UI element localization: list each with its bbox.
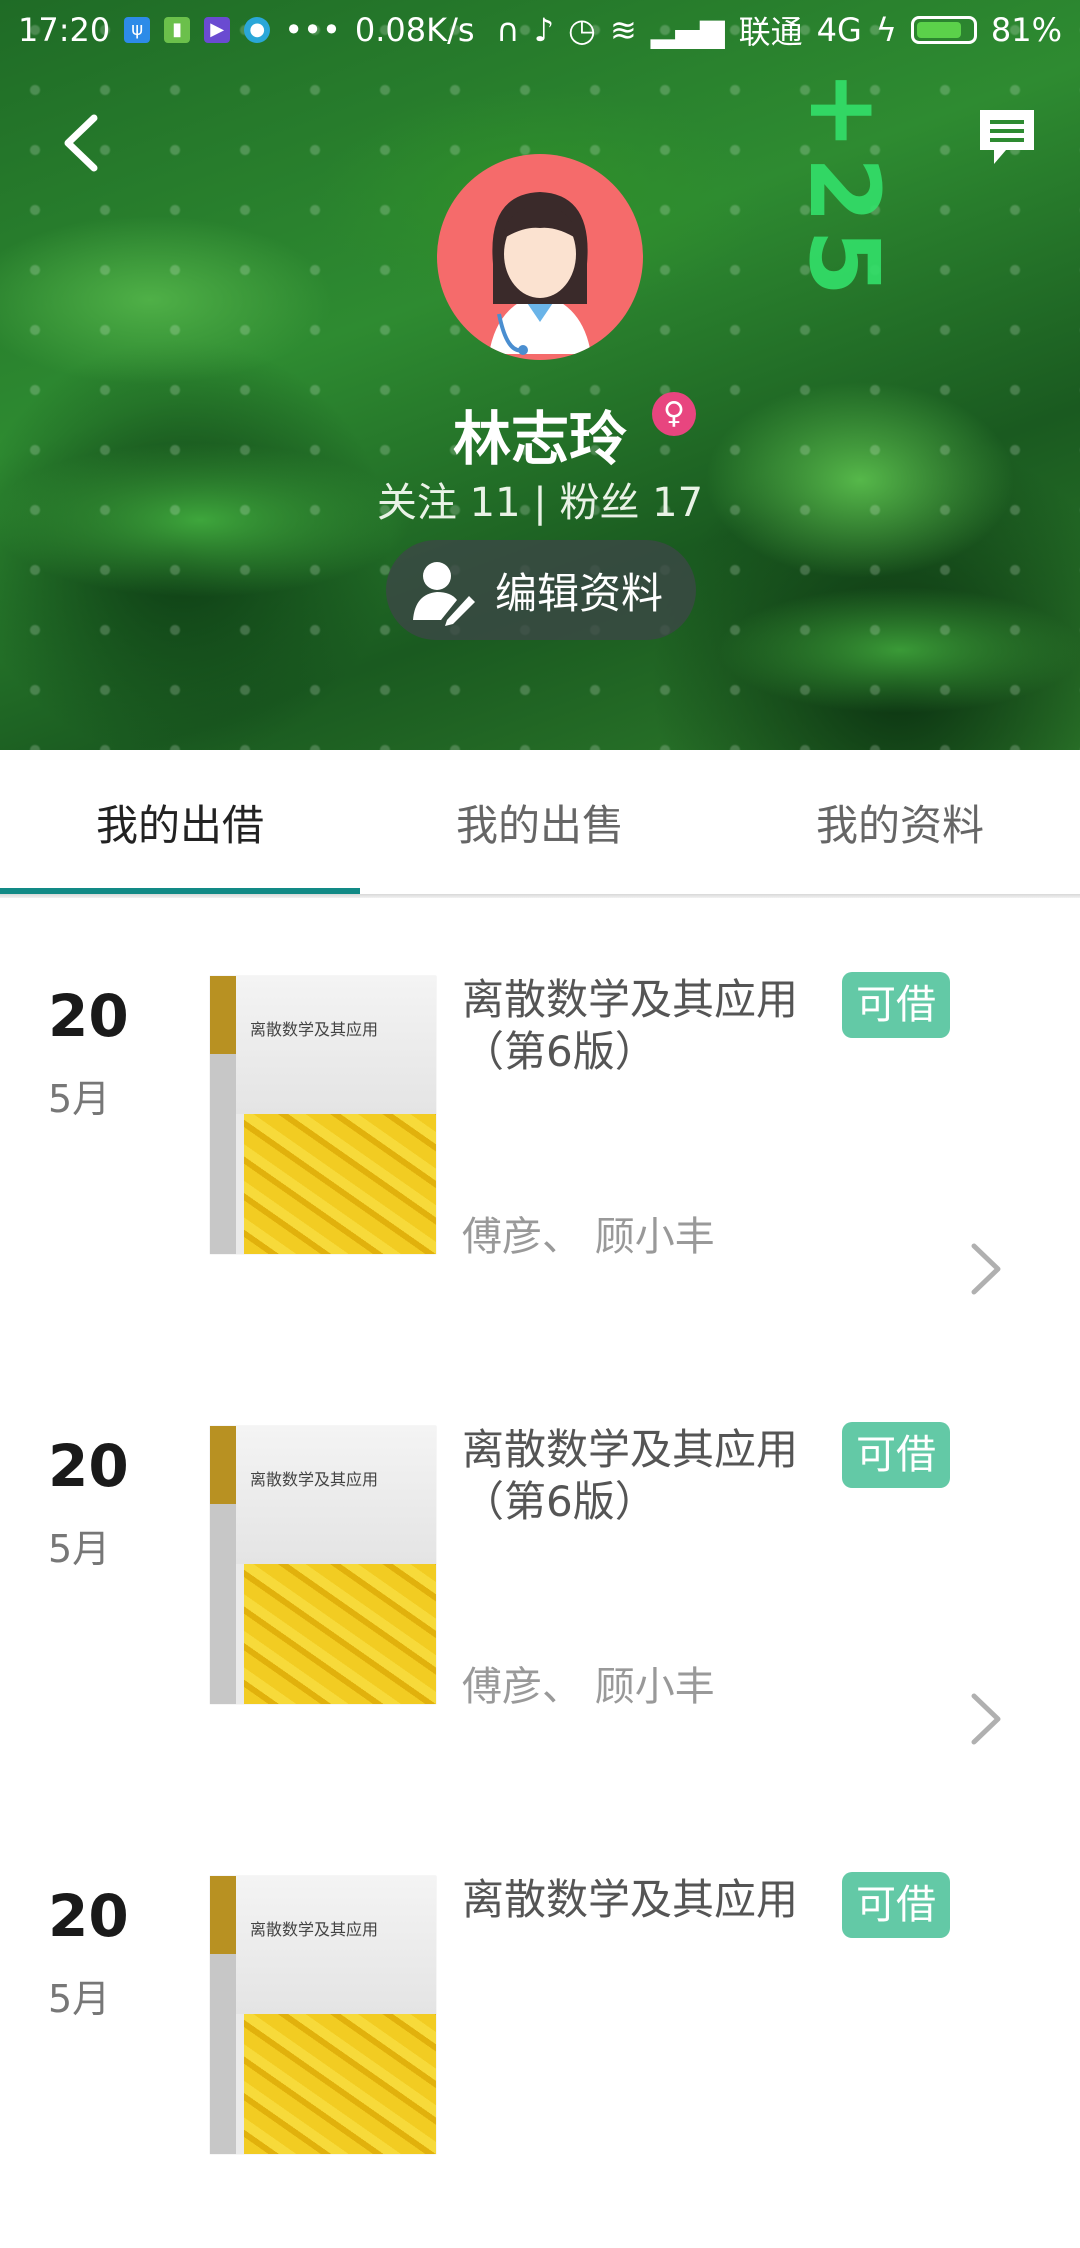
book-title: 离散数学及其应用（第6版） [462,975,799,1076]
cover-top [236,1876,436,2014]
alarm-icon: ◷ [568,11,596,49]
headphone-icon: ∩ [496,11,520,49]
username: 林志玲 [452,405,627,473]
network-speed: 0.08K/s [354,11,475,49]
avatar-illustration [489,192,591,355]
cover-title: 离散数学及其应用 [250,1020,379,1039]
book-list: 20 5月 离散数学及其应用 离散数学及其应用（第6版） 可借 傅彦、 顾小丰 … [0,898,1080,2248]
signal-icon: ▂▄▆ [650,11,725,49]
tab-label: 我的出借 [95,800,264,850]
wifi-icon: ≋ [609,11,637,49]
chevron-right-icon [966,1684,1006,1765]
chevron-right-icon-svg [971,1693,1001,1745]
book-cover: 离散数学及其应用 [210,1426,436,1704]
book-author: 傅彦、 顾小丰 [462,1664,715,1710]
tab-label: 我的资料 [815,800,984,850]
tab-bar: 我的出借 我的出售 我的资料 [0,750,1080,894]
book-title: 离散数学及其应用（第6版） [462,1425,799,1526]
cover-art [244,1564,436,1704]
cover-top [236,1426,436,1564]
network-type: 4G [816,11,862,49]
more-notifications-icon: ••• [284,11,341,49]
edit-profile-label: 编辑资料 [494,568,663,618]
cover-spine-lower [210,1954,236,2154]
book-cover: 离散数学及其应用 [210,1876,436,2154]
status-badge: 可借 [842,1422,950,1488]
usb-icon: ψ [124,17,151,43]
cover-title: 离散数学及其应用 [250,1470,379,1489]
cover-top [236,976,436,1114]
tab-my-selling[interactable]: 我的出售 [360,750,720,894]
chevron-left-icon [64,114,98,172]
book-author: 傅彦、 顾小丰 [462,1214,715,1260]
status-time: 17:20 [18,11,111,49]
watermark-decoration: +25 [788,70,900,303]
date-day: 20 [48,1882,129,1950]
back-button[interactable] [52,108,112,178]
tab-my-profile[interactable]: 我的资料 [720,750,1080,894]
book-title: 离散数学及其应用 [462,1875,799,1924]
chat-bubble-icon [980,110,1034,164]
date-month: 5月 [48,1527,111,1571]
charging-icon: ϟ [875,11,897,49]
cover-spine [210,1426,236,1504]
cover-art [244,2014,436,2154]
carrier-name: 联通 [738,13,803,51]
tab-label: 我的出售 [455,800,624,850]
avatar[interactable] [437,154,643,360]
message-button[interactable] [976,106,1038,168]
female-icon: ♀ [652,392,696,436]
cover-spine [210,976,236,1054]
battery-saver-icon: ▮ [164,17,191,43]
book-cover: 离散数学及其应用 [210,976,436,1254]
battery-level [916,22,961,38]
status-badge: 可借 [842,1872,950,1938]
battery-percent: 81% [990,11,1062,49]
list-item[interactable]: 20 5月 离散数学及其应用 离散数学及其应用（第6版） 可借 傅彦、 顾小丰 [0,1348,1080,1798]
cover-spine-lower [210,1054,236,1254]
status-badge: 可借 [842,972,950,1038]
mute-icon: ♪ [533,11,555,49]
profile-header: 17:20 ψ ▮ ▶ ● ••• 0.08K/s ∩ ♪ ◷ ≋ ▂▄▆ 联通… [0,0,1080,750]
edit-profile-button[interactable]: 编辑资料 [386,540,696,640]
status-bar: 17:20 ψ ▮ ▶ ● ••• 0.08K/s ∩ ♪ ◷ ≋ ▂▄▆ 联通… [0,0,1080,60]
date-month: 5月 [48,1977,111,2021]
list-item[interactable]: 20 5月 离散数学及其应用 离散数学及其应用（第6版） 可借 傅彦、 顾小丰 [0,898,1080,1348]
cover-spine-lower [210,1504,236,1704]
date-day: 20 [48,982,129,1050]
battery-icon [910,16,977,44]
chevron-right-icon-svg [971,1243,1001,1295]
cover-art [244,1114,436,1254]
tab-my-lending[interactable]: 我的出借 [0,750,360,894]
video-icon: ▶ [204,17,231,43]
user-edit-icon [412,562,475,626]
follow-stats[interactable]: 关注 11 | 粉丝 17 [0,470,1080,528]
list-item[interactable]: 20 5月 离散数学及其应用 离散数学及其应用 可借 [0,1798,1080,2248]
date-month: 5月 [48,1077,111,1121]
chevron-right-icon [966,1234,1006,1315]
cover-spine [210,1876,236,1954]
app-icon: ● [244,17,271,43]
date-day: 20 [48,1432,129,1500]
